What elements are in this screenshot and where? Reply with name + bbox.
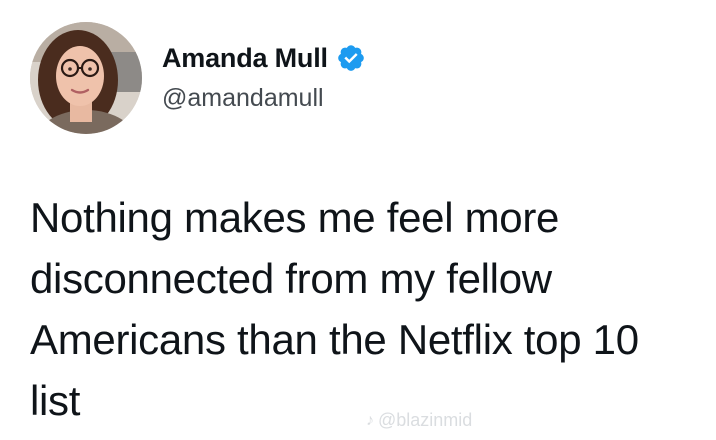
watermark: ♪ @blazinmid	[366, 410, 472, 431]
author-handle[interactable]: @amandamull	[162, 84, 324, 113]
tiktok-icon: ♪	[366, 411, 374, 429]
author-name-row: Amanda Mull	[162, 40, 366, 76]
avatar[interactable]	[30, 22, 142, 134]
tweet-text-line: Americans than the Netflix top 10	[30, 316, 639, 363]
tweet-text: Nothing makes me feel more disconnected …	[30, 187, 700, 431]
tweet-card: Amanda Mull @amandamull Nothing makes me…	[0, 0, 716, 440]
verified-badge-icon	[336, 43, 366, 73]
watermark-text: @blazinmid	[378, 410, 473, 430]
author-display-name[interactable]: Amanda Mull	[162, 43, 328, 74]
tweet-text-line: Nothing makes me feel more	[30, 194, 560, 241]
tweet-text-line: disconnected from my fellow	[30, 255, 552, 302]
tweet-text-line: list	[30, 377, 81, 424]
avatar-image	[30, 22, 142, 134]
